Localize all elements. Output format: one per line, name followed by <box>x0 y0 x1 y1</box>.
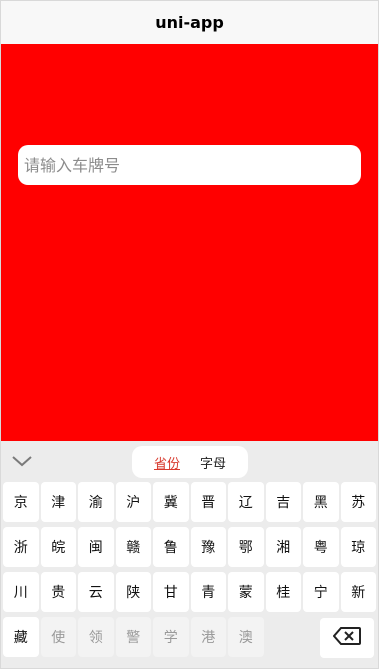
province-key[interactable]: 云 <box>78 572 114 612</box>
province-key[interactable]: 赣 <box>115 527 151 567</box>
province-key[interactable]: 宁 <box>303 572 339 612</box>
navbar: uni-app <box>1 1 378 44</box>
chevron-down-icon[interactable] <box>11 451 33 471</box>
province-key[interactable]: 冀 <box>153 482 189 522</box>
province-key[interactable]: 青 <box>190 572 226 612</box>
province-key[interactable]: 豫 <box>190 527 226 567</box>
province-key[interactable]: 甘 <box>153 572 189 612</box>
plate-keyboard: 省份 字母 京 津 渝 沪 冀 晋 辽 吉 黑 苏 浙 皖 闽 赣 鲁 豫 鄂 … <box>1 441 378 668</box>
province-key[interactable]: 闽 <box>78 527 114 567</box>
keyboard-mode-tabs: 省份 字母 <box>132 446 248 478</box>
province-key[interactable]: 渝 <box>78 482 114 522</box>
key-row: 浙 皖 闽 赣 鲁 豫 鄂 湘 粤 琼 <box>3 527 376 567</box>
province-key[interactable]: 粤 <box>303 527 339 567</box>
province-key[interactable]: 辽 <box>228 482 264 522</box>
province-key[interactable]: 川 <box>3 572 39 612</box>
province-key[interactable]: 晋 <box>190 482 226 522</box>
tab-province[interactable]: 省份 <box>154 453 180 472</box>
page-title: uni-app <box>155 13 224 32</box>
main-area <box>1 44 378 441</box>
province-key[interactable]: 吉 <box>265 482 301 522</box>
province-key[interactable]: 津 <box>40 482 76 522</box>
key-row: 京 津 渝 沪 冀 晋 辽 吉 黑 苏 <box>3 482 376 522</box>
disabled-key: 使 <box>40 617 76 657</box>
key-row: 川 贵 云 陕 甘 青 蒙 桂 宁 新 <box>3 572 376 612</box>
province-key[interactable]: 苏 <box>340 482 376 522</box>
province-key[interactable]: 贵 <box>40 572 76 612</box>
province-key[interactable]: 蒙 <box>228 572 264 612</box>
province-key[interactable]: 沪 <box>115 482 151 522</box>
province-key[interactable]: 浙 <box>3 527 39 567</box>
disabled-key: 领 <box>78 617 114 657</box>
tab-letter[interactable]: 字母 <box>200 453 226 472</box>
backspace-icon <box>332 627 361 649</box>
disabled-key: 学 <box>153 617 189 657</box>
province-key[interactable]: 新 <box>340 572 376 612</box>
province-key[interactable]: 鲁 <box>153 527 189 567</box>
province-key[interactable]: 桂 <box>265 572 301 612</box>
province-key[interactable]: 藏 <box>3 617 39 657</box>
province-key[interactable]: 湘 <box>265 527 301 567</box>
province-key[interactable]: 鄂 <box>228 527 264 567</box>
plate-number-input[interactable] <box>18 145 361 185</box>
province-key[interactable]: 黑 <box>303 482 339 522</box>
keyboard-toolbar: 省份 字母 <box>1 441 378 481</box>
province-key[interactable]: 琼 <box>340 527 376 567</box>
province-key[interactable]: 陕 <box>115 572 151 612</box>
delete-button[interactable] <box>320 618 374 658</box>
disabled-key: 港 <box>190 617 226 657</box>
disabled-key: 澳 <box>228 617 264 657</box>
disabled-key: 警 <box>115 617 151 657</box>
province-key[interactable]: 京 <box>3 482 39 522</box>
province-key[interactable]: 皖 <box>40 527 76 567</box>
